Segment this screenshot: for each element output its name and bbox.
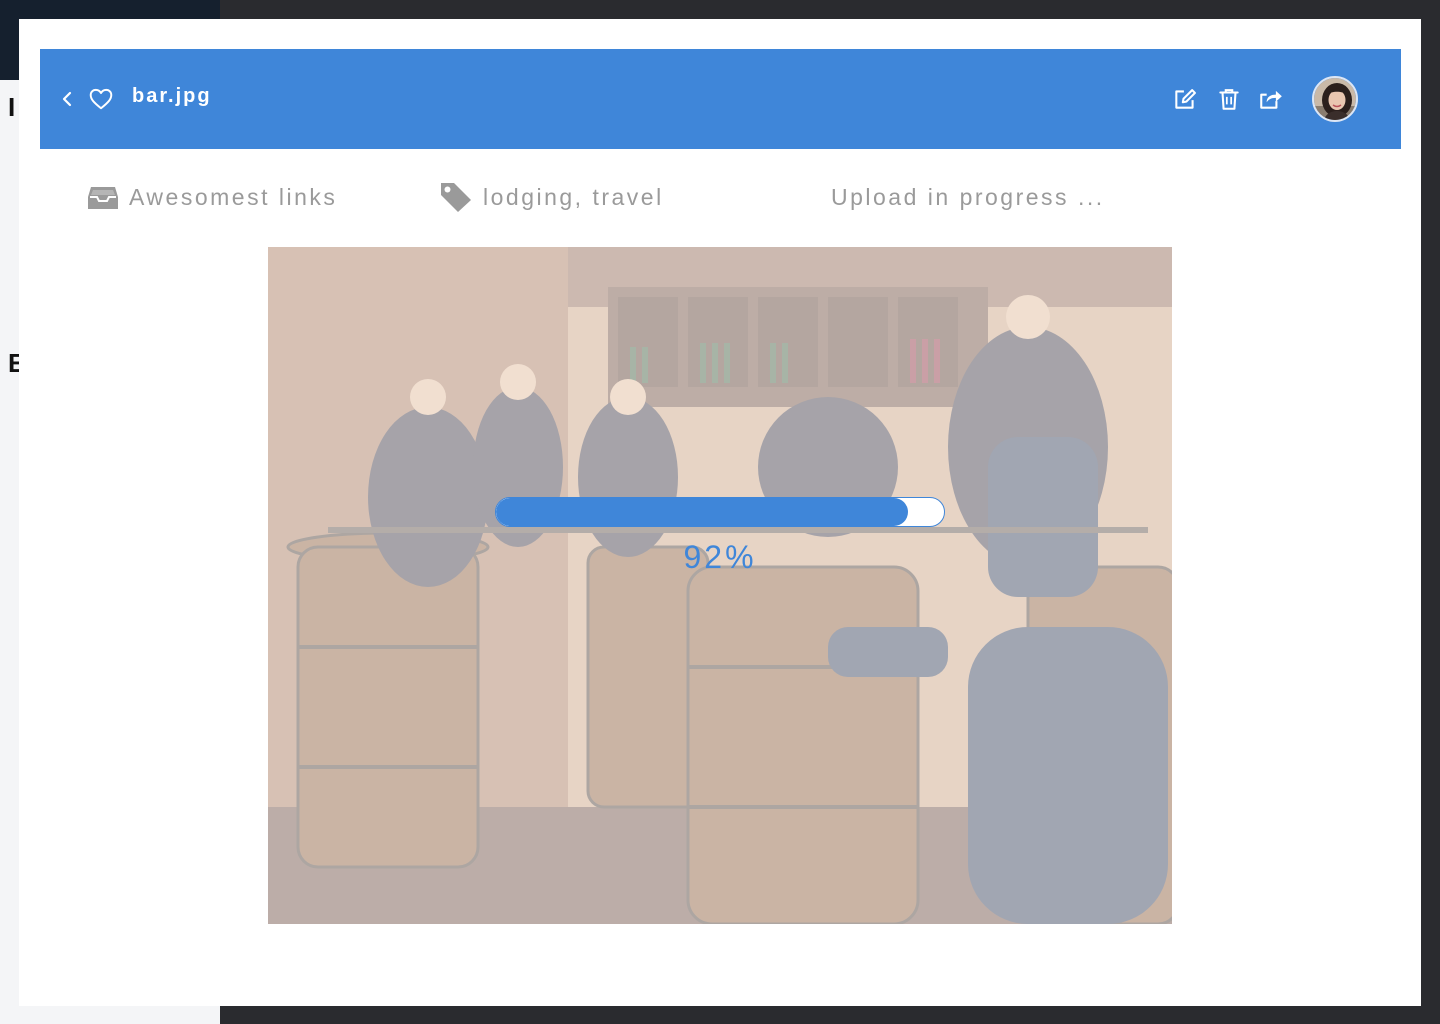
- user-avatar-image: [1314, 78, 1356, 120]
- chevron-left-icon: [62, 91, 72, 107]
- upload-status: Upload in progress ...: [831, 179, 1105, 215]
- upload-progress-fill: [496, 498, 909, 526]
- trash-icon: [1219, 89, 1239, 110]
- heart-icon: [89, 88, 113, 110]
- favorite-button[interactable]: [88, 86, 114, 112]
- upload-progress-bar: [495, 497, 945, 527]
- image-dim-overlay: [268, 247, 1172, 924]
- tag-list: lodging, travel: [483, 183, 664, 210]
- tags-info[interactable]: lodging, travel: [439, 179, 664, 215]
- back-button[interactable]: [56, 87, 80, 111]
- avatar[interactable]: [1312, 76, 1358, 122]
- share-button[interactable]: [1258, 86, 1284, 112]
- delete-button[interactable]: [1216, 86, 1242, 112]
- file-preview-modal: bar.jpg Awesomest links lodging, travel …: [19, 19, 1421, 1006]
- background-text-1: I: [8, 92, 16, 122]
- collection-name: Awesomest links: [129, 183, 338, 210]
- image-preview: 92%: [268, 247, 1172, 924]
- file-name: bar.jpg: [132, 85, 212, 107]
- tag-icon: [441, 183, 471, 212]
- share-icon: [1260, 90, 1282, 109]
- inbox-icon: [88, 187, 118, 209]
- edit-icon: [1175, 89, 1196, 109]
- edit-button[interactable]: [1172, 86, 1198, 112]
- collection-info[interactable]: Awesomest links: [87, 179, 337, 215]
- modal-header: bar.jpg: [40, 49, 1401, 149]
- upload-status-text: Upload in progress ...: [831, 183, 1105, 210]
- upload-progress-label: 92%: [683, 539, 757, 575]
